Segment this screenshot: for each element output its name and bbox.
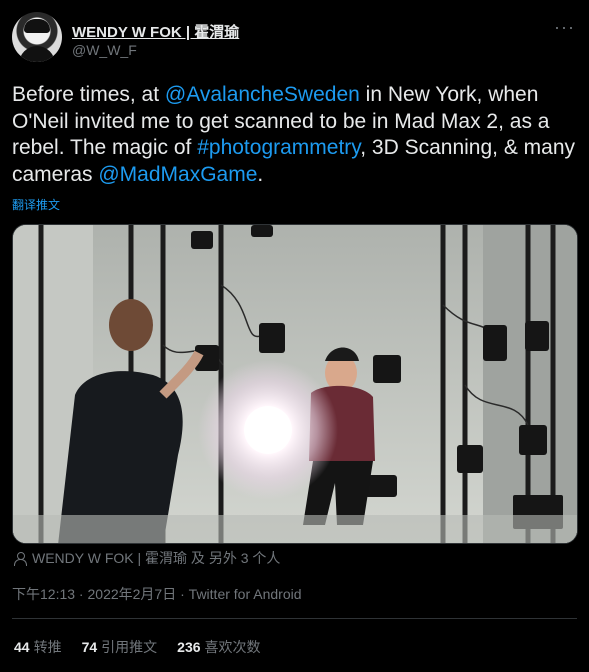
tweet-text-segment: . <box>257 162 264 186</box>
quotes-label: 引用推文 <box>101 639 158 655</box>
tweet-source[interactable]: Twitter for Android <box>189 586 302 602</box>
tweet-header: WENDY W FOK | 霍渭瑜 @W_W_F ··· <box>12 12 577 68</box>
person-icon <box>14 551 27 566</box>
tweet-photo[interactable] <box>12 224 578 544</box>
quotes-stat[interactable]: 74 引用推文 <box>82 637 158 657</box>
meta-separator: · <box>75 586 88 602</box>
likes-label: 喜欢次数 <box>204 639 261 655</box>
tweet-time[interactable]: 下午12:13 <box>12 586 75 602</box>
tweet-meta: 下午12:13 · 2022年2月7日 · Twitter for Androi… <box>12 584 302 604</box>
avatar[interactable] <box>12 12 62 62</box>
meta-separator: · <box>176 586 189 602</box>
likes-stat[interactable]: 236 喜欢次数 <box>177 637 260 657</box>
divider <box>12 618 577 619</box>
mention-link-avalanchesweden[interactable]: @AvalancheSweden <box>165 83 360 106</box>
tweet-text: Before times, at @AvalancheSweden in New… <box>12 82 577 188</box>
retweets-count: 44 <box>14 639 30 655</box>
avatar-hair <box>24 19 50 33</box>
avatar-body <box>19 46 55 62</box>
hashtag-link-photogrammetry[interactable]: #photogrammetry <box>197 136 360 159</box>
translate-tweet-link[interactable]: 翻译推文 <box>12 196 60 213</box>
retweets-label: 转推 <box>33 639 62 655</box>
tweet-stats: 44 转推 74 引用推文 236 喜欢次数 <box>14 637 261 657</box>
tweet-text-segment: Before times, at <box>12 83 165 106</box>
retweets-stat[interactable]: 44 转推 <box>14 637 62 657</box>
tagged-people-text: WENDY W FOK | 霍渭瑜 及 另外 3 个人 <box>32 550 281 566</box>
author-handle[interactable]: @W_W_F <box>72 42 137 58</box>
likes-count: 236 <box>177 639 201 655</box>
tagged-people[interactable]: WENDY W FOK | 霍渭瑜 及 另外 3 个人 <box>14 548 280 568</box>
mention-link-madmaxgame[interactable]: @MadMaxGame <box>98 163 257 186</box>
quotes-count: 74 <box>81 639 98 655</box>
author-display-name[interactable]: WENDY W FOK | 霍渭瑜 <box>72 21 239 42</box>
more-horizontal-icon[interactable]: ··· <box>554 18 575 36</box>
tweet-date[interactable]: 2022年2月7日 <box>88 586 177 602</box>
photo-scene <box>13 225 577 543</box>
